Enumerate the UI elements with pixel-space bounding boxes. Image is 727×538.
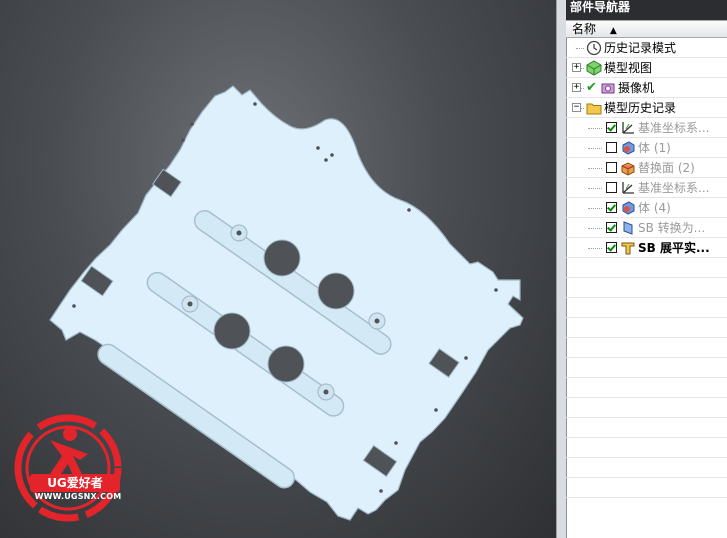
column-header-label: 名称 bbox=[572, 22, 597, 36]
tree-connector bbox=[588, 128, 602, 129]
navigator-tree: 历史记录模式 + 模型视图 + ✔ 摄像机 − 模型历史记录基准坐标系... 体 (1) 替换面 … bbox=[566, 38, 727, 498]
tree-node[interactable]: 基准坐标系... bbox=[566, 118, 727, 138]
visibility-checkbox[interactable] bbox=[606, 242, 617, 253]
visibility-checkbox[interactable] bbox=[606, 182, 617, 193]
empty-row bbox=[566, 398, 727, 418]
expand-icon[interactable]: + bbox=[572, 83, 581, 92]
panel-title: 部件导航器 bbox=[566, 0, 727, 20]
empty-row bbox=[566, 458, 727, 478]
tree-node[interactable]: SB 转换为... bbox=[566, 218, 727, 238]
tree-connector bbox=[588, 168, 602, 169]
empty-row bbox=[566, 278, 727, 298]
empty-row bbox=[566, 358, 727, 378]
tree-connector bbox=[588, 188, 602, 189]
empty-row bbox=[566, 478, 727, 498]
tree-node-label: 历史记录模式 bbox=[604, 41, 677, 55]
round-hole bbox=[263, 239, 301, 277]
tree-node-label: 替换面 (2) bbox=[638, 161, 695, 175]
tree-connector bbox=[576, 48, 584, 49]
tree-node-label: SB 展平实... bbox=[638, 241, 710, 255]
expand-icon[interactable]: + bbox=[572, 63, 581, 72]
visibility-checkbox[interactable] bbox=[606, 122, 617, 133]
tree-connector bbox=[588, 228, 602, 229]
tree-node[interactable]: 替换面 (2) bbox=[566, 158, 727, 178]
tree-node-label: 体 (1) bbox=[638, 141, 671, 155]
body-icon bbox=[620, 200, 636, 216]
cube-view-icon bbox=[586, 60, 602, 76]
tree-node-label: 基准坐标系... bbox=[638, 121, 710, 135]
replace-face-icon bbox=[620, 160, 636, 176]
empty-row bbox=[566, 378, 727, 398]
column-header-name[interactable]: 名称 ▲ bbox=[566, 20, 727, 38]
tree-connector bbox=[588, 208, 602, 209]
camera-icon bbox=[600, 80, 616, 96]
tree-node-label: 基准坐标系... bbox=[638, 181, 710, 195]
datum-csys-icon bbox=[620, 180, 636, 196]
visibility-checkbox[interactable] bbox=[606, 162, 617, 173]
flat-solid-icon bbox=[620, 240, 636, 256]
sort-ascending-icon: ▲ bbox=[609, 26, 617, 36]
datum-csys-icon bbox=[620, 120, 636, 136]
round-hole bbox=[213, 312, 251, 350]
tree-node[interactable]: + 模型视图 bbox=[566, 58, 727, 78]
tree-connector bbox=[588, 148, 602, 149]
tree-connector bbox=[588, 248, 602, 249]
tree-node[interactable]: SB 展平实... bbox=[566, 238, 727, 258]
empty-row bbox=[566, 258, 727, 278]
tree-node[interactable]: 基准坐标系... bbox=[566, 178, 727, 198]
ugsnx-logo bbox=[14, 414, 122, 522]
folder-icon bbox=[586, 100, 602, 116]
visibility-checkbox[interactable] bbox=[606, 202, 617, 213]
tree-node[interactable]: + ✔ 摄像机 bbox=[566, 78, 727, 98]
empty-row bbox=[566, 438, 727, 458]
convert-sheetmetal-icon bbox=[620, 220, 636, 236]
tree-node[interactable]: 历史记录模式 bbox=[566, 38, 727, 58]
tree-node-label: SB 转换为... bbox=[638, 221, 706, 235]
collapse-icon[interactable]: − bbox=[572, 103, 581, 112]
clock-icon bbox=[586, 40, 602, 56]
logo-brand-text: UG爱好者 bbox=[30, 474, 120, 492]
tree-node[interactable]: 体 (1) bbox=[566, 138, 727, 158]
tree-node-label: 摄像机 bbox=[618, 81, 655, 95]
empty-row bbox=[566, 318, 727, 338]
tree-node-label: 模型视图 bbox=[604, 61, 653, 75]
visibility-checkbox[interactable] bbox=[606, 222, 617, 233]
empty-row bbox=[566, 418, 727, 438]
empty-row bbox=[566, 338, 727, 358]
tree-node[interactable]: 体 (4) bbox=[566, 198, 727, 218]
panel-splitter[interactable] bbox=[556, 0, 566, 538]
round-hole bbox=[317, 272, 355, 310]
tree-node-label: 模型历史记录 bbox=[604, 101, 677, 115]
logo-url-text: WWW.UGSNX.COM bbox=[34, 492, 122, 501]
tree-node[interactable]: − 模型历史记录 bbox=[566, 98, 727, 118]
visibility-checkmark-icon[interactable]: ✔ bbox=[586, 78, 597, 98]
visibility-checkbox[interactable] bbox=[606, 142, 617, 153]
round-hole bbox=[267, 345, 305, 383]
tree-node-label: 体 (4) bbox=[638, 201, 671, 215]
body-icon bbox=[620, 140, 636, 156]
graphics-window[interactable]: UG爱好者 WWW.UGSNX.COM bbox=[0, 0, 556, 538]
empty-row bbox=[566, 298, 727, 318]
